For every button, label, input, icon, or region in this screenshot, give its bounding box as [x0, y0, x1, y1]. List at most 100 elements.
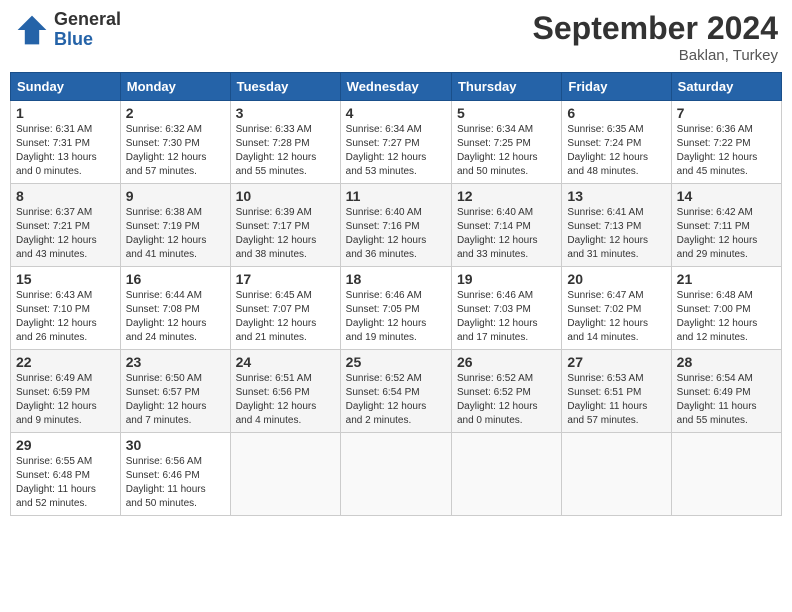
day-info: Sunrise: 6:42 AM Sunset: 7:11 PM Dayligh… [677, 206, 776, 262]
day-number: 3 [236, 105, 335, 121]
day-info: Sunrise: 6:52 AM Sunset: 6:52 PM Dayligh… [457, 372, 556, 428]
day-info: Sunrise: 6:39 AM Sunset: 7:17 PM Dayligh… [236, 206, 335, 262]
calendar-week-row: 15Sunrise: 6:43 AM Sunset: 7:10 PM Dayli… [11, 267, 782, 350]
logo-blue: Blue [54, 30, 121, 50]
table-row: 1Sunrise: 6:31 AM Sunset: 7:31 PM Daylig… [11, 101, 121, 184]
col-saturday: Saturday [671, 73, 781, 101]
table-row [451, 433, 561, 516]
table-row: 12 Sunrise: 6:40 AM Sunset: 7:14 PM Dayli… [451, 184, 561, 267]
day-number: 5 [457, 105, 556, 121]
col-tuesday: Tuesday [230, 73, 340, 101]
day-info: Sunrise: 6:52 AM Sunset: 6:54 PM Dayligh… [346, 372, 446, 428]
day-info: Sunrise: 6:35 AM Sunset: 7:24 PM Dayligh… [567, 123, 665, 179]
day-number: 29 [16, 437, 115, 453]
day-number: 4 [346, 105, 446, 121]
table-row [562, 433, 671, 516]
day-info: Sunrise: 6:54 AM Sunset: 6:49 PM Dayligh… [677, 372, 776, 428]
table-row: 13 Sunrise: 6:41 AM Sunset: 7:13 PM Dayli… [562, 184, 671, 267]
day-info: Sunrise: 6:48 AM Sunset: 7:00 PM Dayligh… [677, 289, 776, 345]
day-info: Sunrise: 6:41 AM Sunset: 7:13 PM Dayligh… [567, 206, 665, 262]
day-info: Sunrise: 6:45 AM Sunset: 7:07 PM Dayligh… [236, 289, 335, 345]
table-row: 8Sunrise: 6:37 AM Sunset: 7:21 PM Daylig… [11, 184, 121, 267]
col-friday: Friday [562, 73, 671, 101]
table-row: 18 Sunrise: 6:46 AM Sunset: 7:05 PM Dayli… [340, 267, 451, 350]
table-row: 30 Sunrise: 6:56 AM Sunset: 6:46 PM Dayli… [120, 433, 230, 516]
day-number: 7 [677, 105, 776, 121]
day-number: 19 [457, 271, 556, 287]
table-row: 27 Sunrise: 6:53 AM Sunset: 6:51 PM Dayli… [562, 350, 671, 433]
day-info: Sunrise: 6:32 AM Sunset: 7:30 PM Dayligh… [126, 123, 225, 179]
day-info: Sunrise: 6:38 AM Sunset: 7:19 PM Dayligh… [126, 206, 225, 262]
table-row: 29 Sunrise: 6:55 AM Sunset: 6:48 PM Dayli… [11, 433, 121, 516]
table-row: 9Sunrise: 6:38 AM Sunset: 7:19 PM Daylig… [120, 184, 230, 267]
table-row: 17 Sunrise: 6:45 AM Sunset: 7:07 PM Dayli… [230, 267, 340, 350]
table-row: 6 Sunrise: 6:35 AM Sunset: 7:24 PM Daylig… [562, 101, 671, 184]
day-number: 30 [126, 437, 225, 453]
table-row: 4 Sunrise: 6:34 AM Sunset: 7:27 PM Daylig… [340, 101, 451, 184]
day-info: Sunrise: 6:31 AM Sunset: 7:31 PM Dayligh… [16, 123, 115, 179]
day-number: 28 [677, 354, 776, 370]
title-block: September 2024 Baklan, Turkey [533, 10, 778, 64]
logo: General Blue [14, 10, 121, 50]
day-info: Sunrise: 6:33 AM Sunset: 7:28 PM Dayligh… [236, 123, 335, 179]
col-monday: Monday [120, 73, 230, 101]
table-row: 24 Sunrise: 6:51 AM Sunset: 6:56 PM Dayli… [230, 350, 340, 433]
day-number: 25 [346, 354, 446, 370]
day-number: 12 [457, 188, 556, 204]
day-number: 20 [567, 271, 665, 287]
day-number: 11 [346, 188, 446, 204]
day-info: Sunrise: 6:34 AM Sunset: 7:25 PM Dayligh… [457, 123, 556, 179]
table-row: 15Sunrise: 6:43 AM Sunset: 7:10 PM Dayli… [11, 267, 121, 350]
day-number: 24 [236, 354, 335, 370]
day-info: Sunrise: 6:40 AM Sunset: 7:14 PM Dayligh… [457, 206, 556, 262]
table-row: 20 Sunrise: 6:47 AM Sunset: 7:02 PM Dayli… [562, 267, 671, 350]
logo-general: General [54, 10, 121, 30]
calendar-table: Sunday Monday Tuesday Wednesday Thursday… [10, 72, 782, 516]
table-row: 14 Sunrise: 6:42 AM Sunset: 7:11 PM Dayli… [671, 184, 781, 267]
day-number: 23 [126, 354, 225, 370]
month-title: September 2024 [533, 10, 778, 47]
day-number: 21 [677, 271, 776, 287]
calendar-week-row: 29 Sunrise: 6:55 AM Sunset: 6:48 PM Dayli… [11, 433, 782, 516]
table-row [230, 433, 340, 516]
table-row: 5 Sunrise: 6:34 AM Sunset: 7:25 PM Daylig… [451, 101, 561, 184]
day-info: Sunrise: 6:46 AM Sunset: 7:05 PM Dayligh… [346, 289, 446, 345]
day-number: 6 [567, 105, 665, 121]
table-row: 3 Sunrise: 6:33 AM Sunset: 7:28 PM Daylig… [230, 101, 340, 184]
table-row: 28 Sunrise: 6:54 AM Sunset: 6:49 PM Dayli… [671, 350, 781, 433]
col-sunday: Sunday [11, 73, 121, 101]
day-number: 27 [567, 354, 665, 370]
table-row: 10 Sunrise: 6:39 AM Sunset: 7:17 PM Dayli… [230, 184, 340, 267]
day-info: Sunrise: 6:50 AM Sunset: 6:57 PM Dayligh… [126, 372, 225, 428]
day-number: 18 [346, 271, 446, 287]
day-number: 13 [567, 188, 665, 204]
table-row: 19 Sunrise: 6:46 AM Sunset: 7:03 PM Dayli… [451, 267, 561, 350]
col-wednesday: Wednesday [340, 73, 451, 101]
table-row: 26Sunrise: 6:52 AM Sunset: 6:52 PM Dayli… [451, 350, 561, 433]
table-row: 22Sunrise: 6:49 AM Sunset: 6:59 PM Dayli… [11, 350, 121, 433]
day-number: 17 [236, 271, 335, 287]
day-info: Sunrise: 6:47 AM Sunset: 7:02 PM Dayligh… [567, 289, 665, 345]
day-info: Sunrise: 6:55 AM Sunset: 6:48 PM Dayligh… [16, 455, 115, 511]
day-info: Sunrise: 6:53 AM Sunset: 6:51 PM Dayligh… [567, 372, 665, 428]
calendar-week-row: 22Sunrise: 6:49 AM Sunset: 6:59 PM Dayli… [11, 350, 782, 433]
day-info: Sunrise: 6:44 AM Sunset: 7:08 PM Dayligh… [126, 289, 225, 345]
day-info: Sunrise: 6:36 AM Sunset: 7:22 PM Dayligh… [677, 123, 776, 179]
table-row [671, 433, 781, 516]
day-number: 8 [16, 188, 115, 204]
day-info: Sunrise: 6:51 AM Sunset: 6:56 PM Dayligh… [236, 372, 335, 428]
day-info: Sunrise: 6:34 AM Sunset: 7:27 PM Dayligh… [346, 123, 446, 179]
day-number: 10 [236, 188, 335, 204]
day-number: 2 [126, 105, 225, 121]
day-info: Sunrise: 6:49 AM Sunset: 6:59 PM Dayligh… [16, 372, 115, 428]
table-row [340, 433, 451, 516]
table-row: 7 Sunrise: 6:36 AM Sunset: 7:22 PM Daylig… [671, 101, 781, 184]
day-number: 16 [126, 271, 225, 287]
day-info: Sunrise: 6:46 AM Sunset: 7:03 PM Dayligh… [457, 289, 556, 345]
logo-icon [14, 12, 50, 48]
day-number: 14 [677, 188, 776, 204]
day-info: Sunrise: 6:40 AM Sunset: 7:16 PM Dayligh… [346, 206, 446, 262]
table-row: 16 Sunrise: 6:44 AM Sunset: 7:08 PM Dayli… [120, 267, 230, 350]
calendar-week-row: 8Sunrise: 6:37 AM Sunset: 7:21 PM Daylig… [11, 184, 782, 267]
day-info: Sunrise: 6:56 AM Sunset: 6:46 PM Dayligh… [126, 455, 225, 511]
